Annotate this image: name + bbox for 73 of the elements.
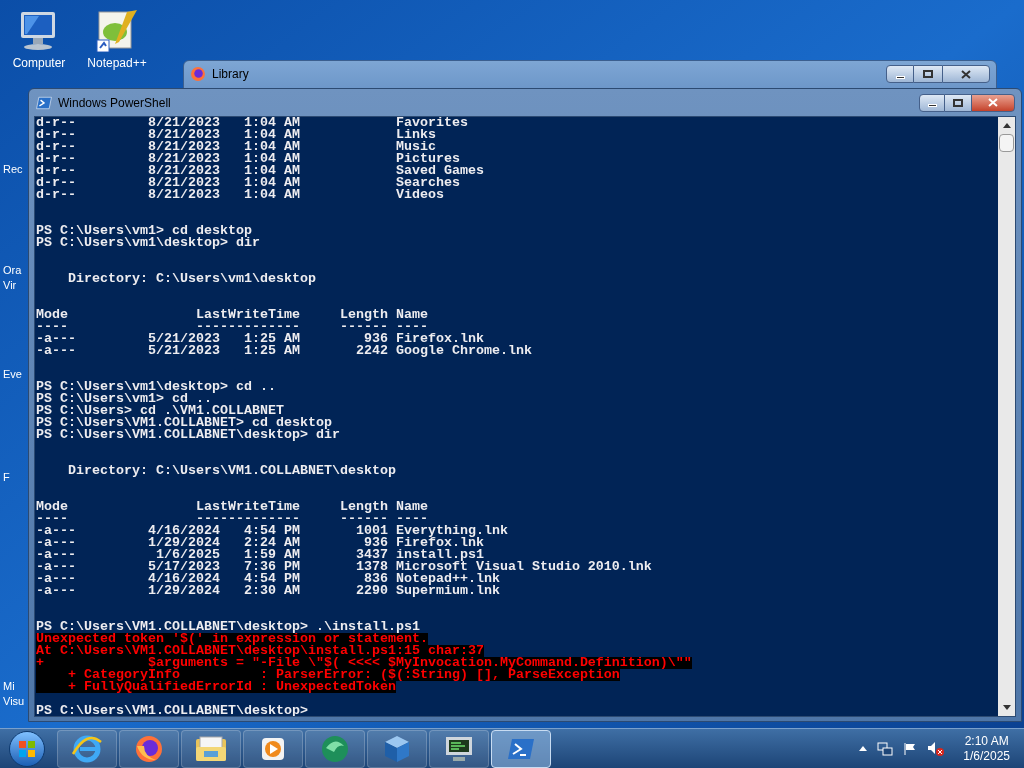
- flag-icon[interactable]: [903, 741, 918, 756]
- console-line: d-r-- 8/21/2023 1:04 AM Pictures: [36, 153, 460, 165]
- console-line: d-r-- 8/21/2023 1:04 AM Music: [36, 141, 436, 153]
- console-line: PS C:\Users\VM1.COLLABNET\desktop> dir: [36, 429, 340, 441]
- console-line: d-r-- 8/21/2023 1:04 AM Links: [36, 129, 436, 141]
- scroll-down-icon[interactable]: [1002, 705, 1011, 710]
- clock[interactable]: 2:10 AM 1/6/2025: [963, 733, 1010, 764]
- close-icon: [961, 69, 971, 79]
- console-line: -a--- 1/29/2024 2:24 AM 936 Firefox.lnk: [36, 537, 484, 549]
- console-line: PS C:\Users\vm1> cd ..: [36, 393, 212, 405]
- monitor-icon: [443, 734, 475, 763]
- console-line: -a--- 4/16/2024 4:54 PM 836 Notepad++.lnk: [36, 573, 500, 585]
- desktop-icon-label[interactable]: Rec: [3, 162, 28, 177]
- minimize-button[interactable]: [919, 93, 945, 112]
- desktop-icon-label[interactable]: Computer: [12, 56, 66, 70]
- console-line: PS C:\Users\VM1.COLLABNET> cd desktop: [36, 417, 332, 429]
- close-button[interactable]: [971, 93, 1015, 112]
- desktop-icon-label[interactable]: Notepad++: [87, 56, 147, 70]
- scroll-up-icon[interactable]: [1002, 123, 1011, 128]
- show-hidden-icon[interactable]: [859, 746, 868, 751]
- desktop-icon-label[interactable]: Mi: [3, 679, 28, 694]
- desktop-icon-label[interactable]: Ora: [3, 263, 28, 278]
- volume-muted-icon[interactable]: [927, 740, 946, 757]
- window-title: Library: [212, 66, 249, 83]
- scrollbar[interactable]: [998, 117, 1015, 716]
- scroll-thumb[interactable]: [999, 134, 1014, 152]
- console-line: PS C:\Users\vm1> cd desktop: [36, 225, 252, 237]
- console-line: d-r-- 8/21/2023 1:04 AM Searches: [36, 177, 460, 189]
- console-line: PS C:\Users\VM1.COLLABNET\desktop>: [36, 705, 308, 716]
- console-line: -a--- 1/29/2024 2:30 AM 2290 Supermium.lnk: [36, 585, 500, 597]
- fox-globe-icon: [190, 66, 206, 82]
- start-button[interactable]: [9, 730, 45, 767]
- desktop-icon-label[interactable]: Eve: [3, 367, 28, 382]
- close-icon: [988, 98, 998, 107]
- console-line: Mode LastWriteTime Length Name: [36, 309, 428, 321]
- desktop-icon-label[interactable]: Vir: [3, 278, 28, 293]
- console-line: d-r-- 8/21/2023 1:04 AM Videos: [36, 189, 444, 201]
- console-line: Directory: C:\Users\vm1\desktop: [67, 273, 316, 285]
- desktop-icon-label[interactable]: F: [3, 470, 28, 485]
- windows-logo-icon: [18, 739, 36, 758]
- desktop-icon-label[interactable]: Visu: [3, 694, 28, 709]
- powershell-icon: [507, 736, 535, 761]
- console-line: -a--- 5/17/2023 7:36 PM 1378 Microsoft Visual Studio 2010.lnk: [36, 561, 652, 573]
- notepad-icon: [95, 8, 139, 52]
- console-line: PS C:\Users> cd .\VM1.COLLABNET: [36, 405, 284, 417]
- maximize-button[interactable]: [945, 93, 971, 112]
- console-line: -a--- 5/21/2023 1:25 AM 2242 Google Chrome.lnk: [36, 345, 532, 357]
- orb-icon: [320, 733, 350, 764]
- fox-globe-icon: [134, 733, 164, 764]
- console-line: PS C:\Users\vm1\desktop> cd ..: [36, 381, 276, 393]
- maximize-button[interactable]: [914, 65, 942, 83]
- clock-date: 1/6/2025: [963, 748, 1010, 764]
- clock-time: 2:10 AM: [964, 733, 1009, 749]
- window-title: Windows PowerShell: [58, 94, 171, 112]
- minimize-button[interactable]: [886, 65, 914, 83]
- cube-icon: [382, 733, 412, 764]
- network-icon[interactable]: [877, 741, 894, 756]
- console-line: -a--- 4/16/2024 4:54 PM 1001 Everything.lnk: [36, 525, 508, 537]
- console-line: ---- ------------- ------ ----: [36, 513, 428, 525]
- powershell-icon: [36, 95, 52, 110]
- console-line: PS C:\Users\vm1\desktop> dir: [36, 237, 260, 249]
- console-line: PS C:\Users\VM1.COLLABNET\desktop> .\install.ps1: [36, 621, 420, 633]
- console-line: d-r-- 8/21/2023 1:04 AM Saved Games: [36, 165, 484, 177]
- console-line: -a--- 1/6/2025 1:59 AM 3437 install.ps1: [36, 549, 484, 561]
- taskbar-app-button[interactable]: [491, 729, 551, 768]
- close-button[interactable]: [942, 65, 990, 83]
- console-line: ---- ------------- ------ ----: [36, 321, 428, 333]
- console-line: Mode LastWriteTime Length Name: [36, 501, 428, 513]
- console-line: -a--- 5/21/2023 1:25 AM 936 Firefox.lnk: [36, 333, 484, 345]
- console-line: d-r-- 8/21/2023 1:04 AM Favorites: [36, 117, 468, 129]
- globe-e-icon: [71, 733, 103, 764]
- console-line: Directory: C:\Users\VM1.COLLABNET\desktop: [67, 465, 396, 477]
- folder-icon: [194, 734, 228, 763]
